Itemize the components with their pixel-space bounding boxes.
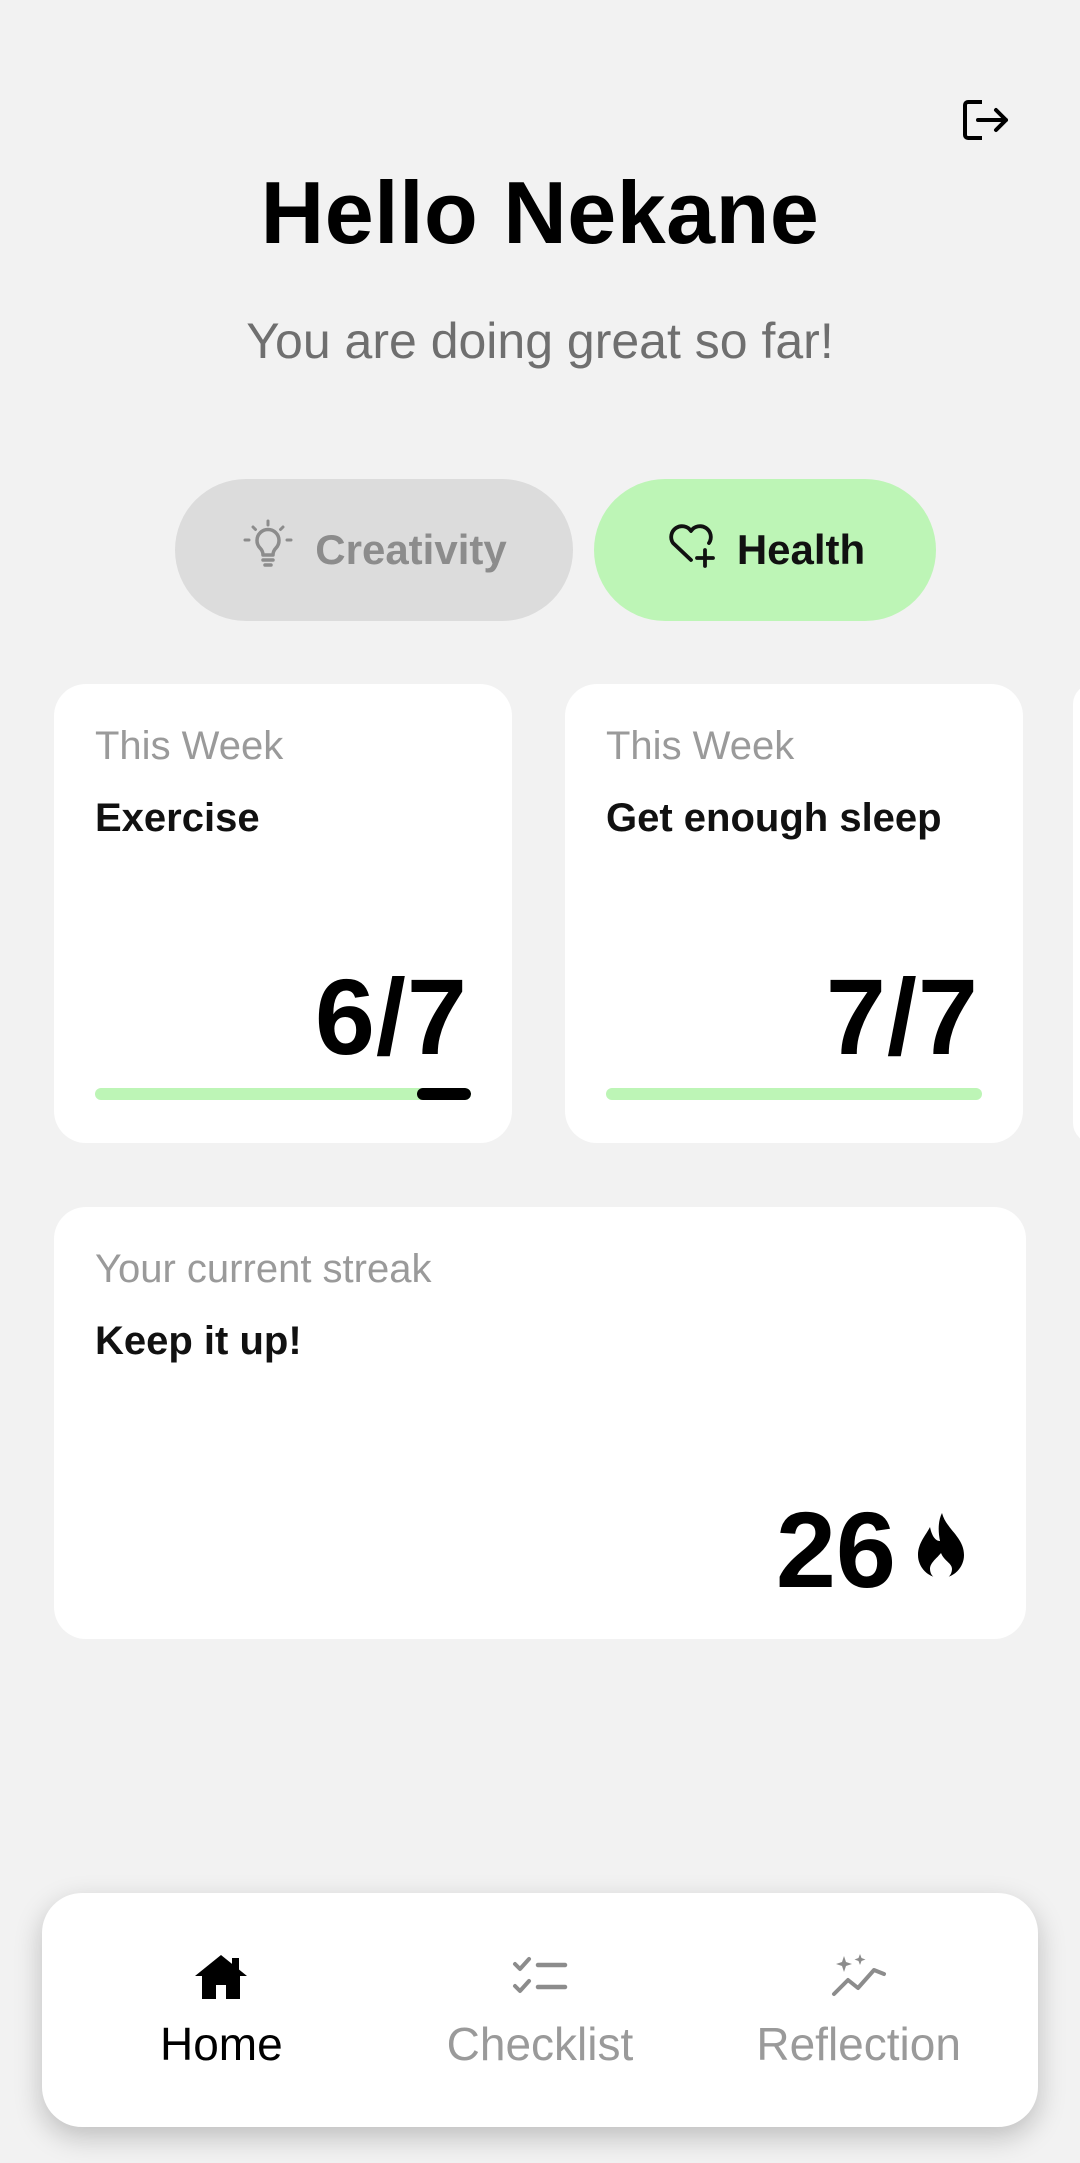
home-screen: Hello Nekane You are doing great so far!… (0, 0, 1080, 2163)
habit-card-exercise[interactable]: This Week Exercise 6/7 (54, 684, 512, 1143)
card-title: Exercise (95, 796, 260, 840)
nav-item-label: Reflection (756, 2018, 961, 2070)
lightbulb-icon (241, 518, 295, 582)
card-kicker: This Week (606, 724, 795, 768)
home-icon (192, 1949, 250, 2005)
card-score: 7/7 (825, 956, 979, 1077)
progress-bar (606, 1088, 982, 1100)
bottom-navigation: Home Checklist Reflection (42, 1893, 1038, 2127)
category-chip-label: Creativity (315, 526, 507, 573)
streak-title: Keep it up! (95, 1319, 302, 1363)
nav-item-label: Home (159, 2018, 283, 2070)
logout-icon (962, 98, 1010, 147)
card-title: Get enough sleep (606, 796, 942, 840)
checklist-icon (512, 1949, 568, 2005)
nav-item-checklist[interactable]: Checklist (390, 1949, 690, 2071)
sparkle-chart-icon (830, 1949, 888, 2005)
progress-marker (417, 1088, 471, 1100)
nav-item-home[interactable]: Home (71, 1949, 371, 2071)
nav-item-label: Checklist (446, 2018, 634, 2070)
progress-bar (95, 1088, 471, 1100)
card-kicker: This Week (95, 724, 284, 768)
streak-number: 26 (775, 1489, 896, 1610)
heart-plus-icon (665, 520, 717, 580)
category-chip-health[interactable]: Health (594, 479, 936, 621)
streak-value: 26 (776, 1487, 970, 1612)
nav-item-reflection[interactable]: Reflection (709, 1949, 1009, 2071)
streak-kicker: Your current streak (95, 1247, 432, 1291)
habit-card-sleep[interactable]: This Week Get enough sleep 7/7 (565, 684, 1023, 1143)
card-score: 6/7 (314, 956, 468, 1077)
flame-icon (912, 1511, 970, 1588)
greeting-title: Hello Nekane (260, 163, 820, 262)
logout-button[interactable] (958, 96, 1014, 148)
streak-card: Your current streak Keep it up! 26 (54, 1207, 1026, 1639)
habit-card-next-peek[interactable] (1073, 684, 1080, 1143)
category-chip-creativity[interactable]: Creativity (175, 479, 573, 621)
greeting-subtitle: You are doing great so far! (246, 313, 834, 369)
category-chip-label: Health (736, 526, 866, 573)
